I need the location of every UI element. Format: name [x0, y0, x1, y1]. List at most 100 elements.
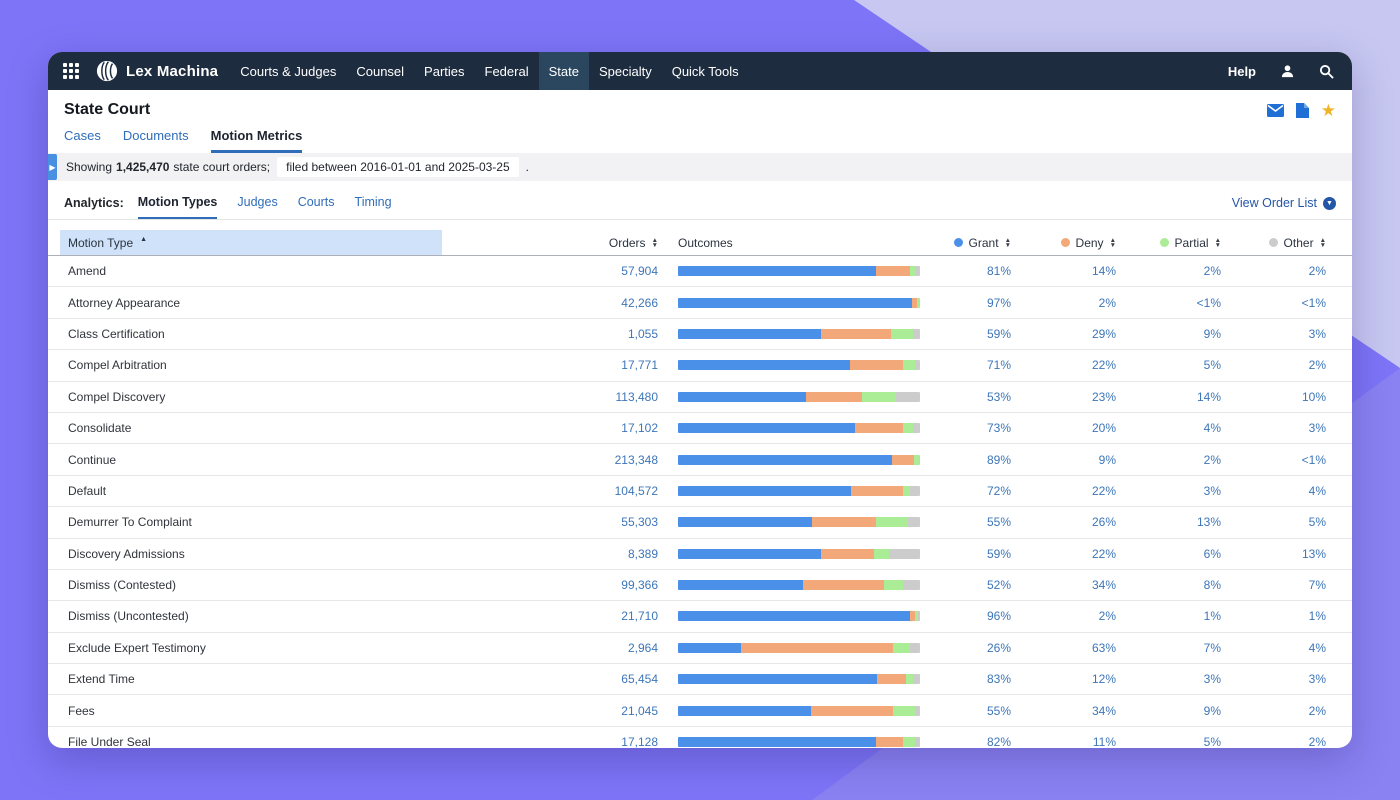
other-percentage[interactable]: 2% [1235, 358, 1340, 372]
orders-count[interactable]: 213,348 [442, 453, 658, 467]
grant-percentage[interactable]: 82% [920, 735, 1025, 748]
grant-percentage[interactable]: 59% [920, 327, 1025, 341]
search-icon[interactable] [1319, 64, 1334, 79]
other-percentage[interactable]: 3% [1235, 672, 1340, 686]
deny-percentage[interactable]: 22% [1025, 484, 1130, 498]
deny-percentage[interactable]: 12% [1025, 672, 1130, 686]
grant-percentage[interactable]: 81% [920, 264, 1025, 278]
other-percentage[interactable]: 7% [1235, 578, 1340, 592]
tab-cases[interactable]: Cases [64, 128, 101, 153]
grant-percentage[interactable]: 26% [920, 641, 1025, 655]
other-percentage[interactable]: 3% [1235, 421, 1340, 435]
date-filter-chip[interactable]: filed between 2016-01-01 and 2025-03-25 [277, 157, 519, 177]
partial-percentage[interactable]: 13% [1130, 515, 1235, 529]
other-percentage[interactable]: 5% [1235, 515, 1340, 529]
grant-percentage[interactable]: 97% [920, 296, 1025, 310]
view-order-list-link[interactable]: View Order List ▼ [1232, 196, 1336, 218]
nav-item-federal[interactable]: Federal [475, 52, 539, 90]
column-header-motion-type[interactable]: Motion Type ▲ [60, 230, 442, 255]
analytics-tab-courts[interactable]: Courts [298, 195, 335, 219]
brand[interactable]: Lex Machina [92, 52, 230, 90]
partial-percentage[interactable]: 9% [1130, 704, 1235, 718]
partial-percentage[interactable]: 9% [1130, 327, 1235, 341]
deny-percentage[interactable]: 2% [1025, 296, 1130, 310]
partial-percentage[interactable]: 7% [1130, 641, 1235, 655]
deny-percentage[interactable]: 34% [1025, 704, 1130, 718]
deny-percentage[interactable]: 9% [1025, 453, 1130, 467]
orders-count[interactable]: 113,480 [442, 390, 658, 404]
deny-percentage[interactable]: 22% [1025, 358, 1130, 372]
partial-percentage[interactable]: 2% [1130, 264, 1235, 278]
analytics-tab-judges[interactable]: Judges [237, 195, 277, 219]
user-icon[interactable] [1280, 64, 1295, 79]
column-header-other[interactable]: Other▲▼ [1235, 230, 1340, 255]
orders-count[interactable]: 17,128 [442, 735, 658, 748]
other-percentage[interactable]: 2% [1235, 735, 1340, 748]
filter-expand-icon[interactable]: ▶ [48, 154, 57, 180]
orders-count[interactable]: 65,454 [442, 672, 658, 686]
grant-percentage[interactable]: 89% [920, 453, 1025, 467]
partial-percentage[interactable]: 1% [1130, 609, 1235, 623]
column-header-partial[interactable]: Partial▲▼ [1130, 230, 1235, 255]
deny-percentage[interactable]: 63% [1025, 641, 1130, 655]
document-icon[interactable] [1296, 103, 1309, 118]
deny-percentage[interactable]: 22% [1025, 547, 1130, 561]
partial-percentage[interactable]: 6% [1130, 547, 1235, 561]
deny-percentage[interactable]: 29% [1025, 327, 1130, 341]
analytics-tab-timing[interactable]: Timing [355, 195, 392, 219]
orders-count[interactable]: 1,055 [442, 327, 658, 341]
grant-percentage[interactable]: 72% [920, 484, 1025, 498]
orders-count[interactable]: 55,303 [442, 515, 658, 529]
partial-percentage[interactable]: <1% [1130, 296, 1235, 310]
column-header-deny[interactable]: Deny▲▼ [1025, 230, 1130, 255]
deny-percentage[interactable]: 14% [1025, 264, 1130, 278]
partial-percentage[interactable]: 4% [1130, 421, 1235, 435]
grant-percentage[interactable]: 59% [920, 547, 1025, 561]
partial-percentage[interactable]: 8% [1130, 578, 1235, 592]
deny-percentage[interactable]: 2% [1025, 609, 1130, 623]
deny-percentage[interactable]: 20% [1025, 421, 1130, 435]
column-header-orders[interactable]: Orders ▲▼ [442, 230, 658, 255]
grant-percentage[interactable]: 83% [920, 672, 1025, 686]
grant-percentage[interactable]: 55% [920, 704, 1025, 718]
orders-count[interactable]: 57,904 [442, 264, 658, 278]
nav-item-state[interactable]: State [539, 52, 589, 90]
grant-percentage[interactable]: 71% [920, 358, 1025, 372]
grant-percentage[interactable]: 73% [920, 421, 1025, 435]
other-percentage[interactable]: 2% [1235, 704, 1340, 718]
partial-percentage[interactable]: 5% [1130, 735, 1235, 748]
other-percentage[interactable]: 2% [1235, 264, 1340, 278]
apps-grid-icon[interactable] [48, 52, 92, 90]
other-percentage[interactable]: <1% [1235, 296, 1340, 310]
orders-count[interactable]: 17,102 [442, 421, 658, 435]
other-percentage[interactable]: <1% [1235, 453, 1340, 467]
grant-percentage[interactable]: 55% [920, 515, 1025, 529]
other-percentage[interactable]: 13% [1235, 547, 1340, 561]
orders-count[interactable]: 104,572 [442, 484, 658, 498]
grant-percentage[interactable]: 96% [920, 609, 1025, 623]
orders-count[interactable]: 21,045 [442, 704, 658, 718]
favorite-star-icon[interactable]: ★ [1321, 102, 1336, 119]
partial-percentage[interactable]: 3% [1130, 672, 1235, 686]
tab-documents[interactable]: Documents [123, 128, 189, 153]
grant-percentage[interactable]: 52% [920, 578, 1025, 592]
other-percentage[interactable]: 4% [1235, 641, 1340, 655]
orders-count[interactable]: 8,389 [442, 547, 658, 561]
deny-percentage[interactable]: 34% [1025, 578, 1130, 592]
partial-percentage[interactable]: 5% [1130, 358, 1235, 372]
nav-item-parties[interactable]: Parties [414, 52, 474, 90]
other-percentage[interactable]: 1% [1235, 609, 1340, 623]
grant-percentage[interactable]: 53% [920, 390, 1025, 404]
deny-percentage[interactable]: 11% [1025, 735, 1130, 748]
deny-percentage[interactable]: 26% [1025, 515, 1130, 529]
column-header-grant[interactable]: Grant▲▼ [920, 230, 1025, 255]
other-percentage[interactable]: 4% [1235, 484, 1340, 498]
analytics-tab-motion-types[interactable]: Motion Types [138, 195, 218, 219]
nav-item-courts-judges[interactable]: Courts & Judges [230, 52, 346, 90]
nav-item-quick-tools[interactable]: Quick Tools [662, 52, 749, 90]
orders-count[interactable]: 99,366 [442, 578, 658, 592]
partial-percentage[interactable]: 2% [1130, 453, 1235, 467]
partial-percentage[interactable]: 14% [1130, 390, 1235, 404]
deny-percentage[interactable]: 23% [1025, 390, 1130, 404]
nav-item-specialty[interactable]: Specialty [589, 52, 662, 90]
